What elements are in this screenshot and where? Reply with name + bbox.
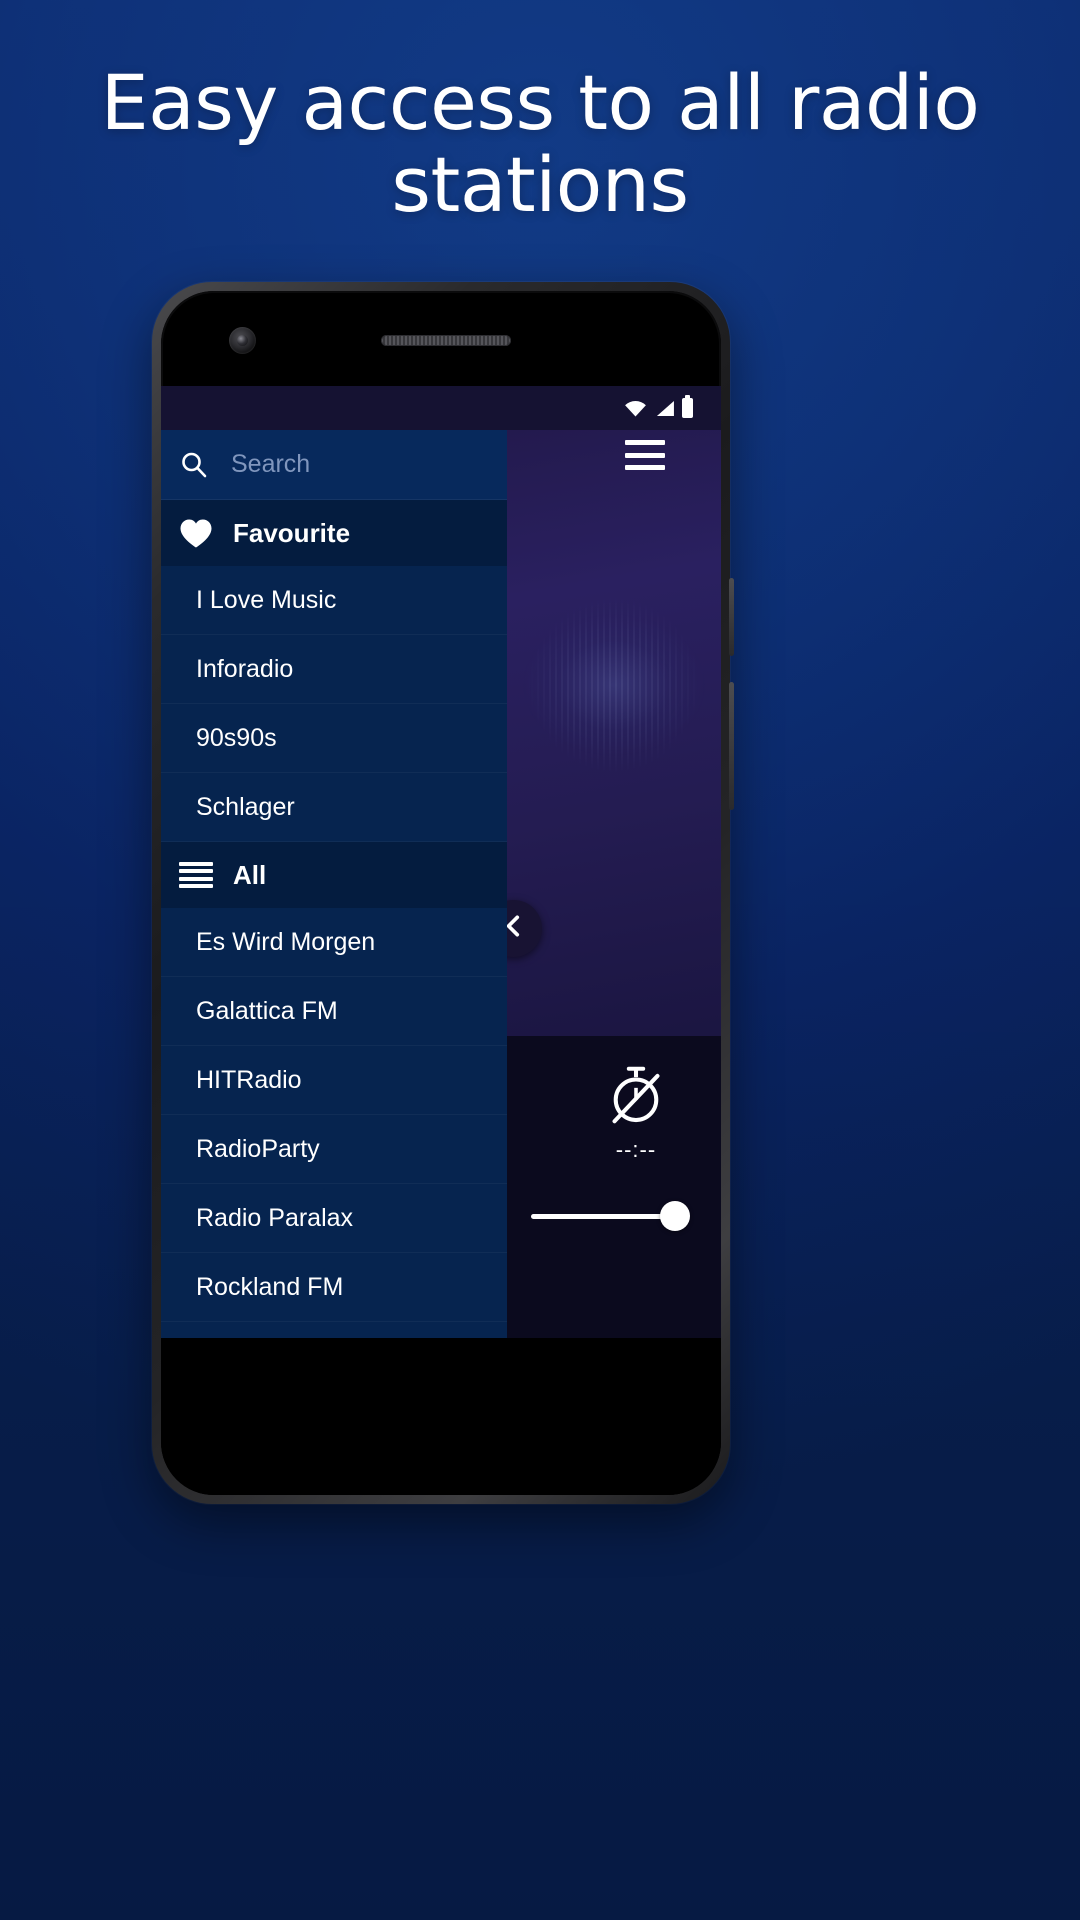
status-bar — [161, 386, 721, 430]
sleep-timer-value: --:-- — [615, 1137, 657, 1162]
station-list-item[interactable]: RadioParty — [161, 1115, 507, 1184]
audio-waveform-visual — [507, 560, 721, 810]
search-input[interactable] — [209, 450, 553, 479]
phone-screen-bezel: Favourite I Love Music Inforadio 90s90s … — [161, 291, 721, 1495]
cellular-signal-icon — [654, 400, 675, 417]
front-camera — [229, 327, 256, 354]
station-list-item[interactable]: Rockland FM — [161, 1253, 507, 1322]
volume-slider-track[interactable] — [531, 1201, 690, 1231]
volume-slider-thumb[interactable] — [660, 1201, 690, 1231]
collapse-sidebar-button[interactable] — [507, 900, 542, 957]
sleep-timer-control[interactable]: --:-- — [593, 1064, 679, 1163]
app-screen: Favourite I Love Music Inforadio 90s90s … — [161, 386, 721, 1338]
station-list-item[interactable]: Es Wird Morgen — [161, 908, 507, 977]
chevron-left-icon — [507, 913, 527, 944]
player-controls-panel: --:-- — [507, 1036, 721, 1338]
volume-rocker-button — [729, 682, 734, 810]
station-list-item[interactable]: Welle Ost — [161, 1322, 507, 1338]
station-list-item[interactable]: Radio Paralax — [161, 1184, 507, 1253]
screen-bottom-blank — [161, 1338, 721, 1495]
search-icon — [179, 450, 209, 480]
section-header-all[interactable]: All — [161, 842, 507, 908]
heart-icon — [179, 518, 213, 549]
search-bar[interactable] — [161, 430, 553, 500]
station-list-panel: Favourite I Love Music Inforadio 90s90s … — [161, 430, 553, 1338]
app-content: Favourite I Love Music Inforadio 90s90s … — [161, 430, 721, 1338]
hamburger-menu-icon[interactable] — [625, 440, 665, 470]
section-header-favourite[interactable]: Favourite — [161, 500, 507, 566]
section-title: Favourite — [233, 517, 351, 548]
player-panel: --:-- — [507, 430, 721, 1338]
power-button — [729, 578, 734, 656]
section-title: All — [233, 859, 267, 890]
station-list-item[interactable]: Galattica FM — [161, 977, 507, 1046]
earpiece-speaker — [381, 335, 511, 346]
volume-slider[interactable] — [531, 1196, 690, 1236]
list-lines-icon — [179, 862, 213, 888]
station-list-item[interactable]: I Love Music — [161, 566, 507, 635]
wifi-icon — [624, 400, 647, 417]
station-list-item[interactable]: Inforadio — [161, 635, 507, 704]
station-list-item[interactable]: HITRadio — [161, 1046, 507, 1115]
phone-mockup: Favourite I Love Music Inforadio 90s90s … — [152, 282, 734, 1504]
station-list-scroll[interactable]: Favourite I Love Music Inforadio 90s90s … — [161, 500, 507, 1338]
timer-off-icon — [607, 1064, 665, 1131]
battery-icon — [682, 395, 693, 418]
poster-headline: Easy access to all radio stations — [100, 58, 980, 230]
station-list-item[interactable]: Schlager — [161, 773, 507, 842]
station-list-item[interactable]: 90s90s — [161, 704, 507, 773]
